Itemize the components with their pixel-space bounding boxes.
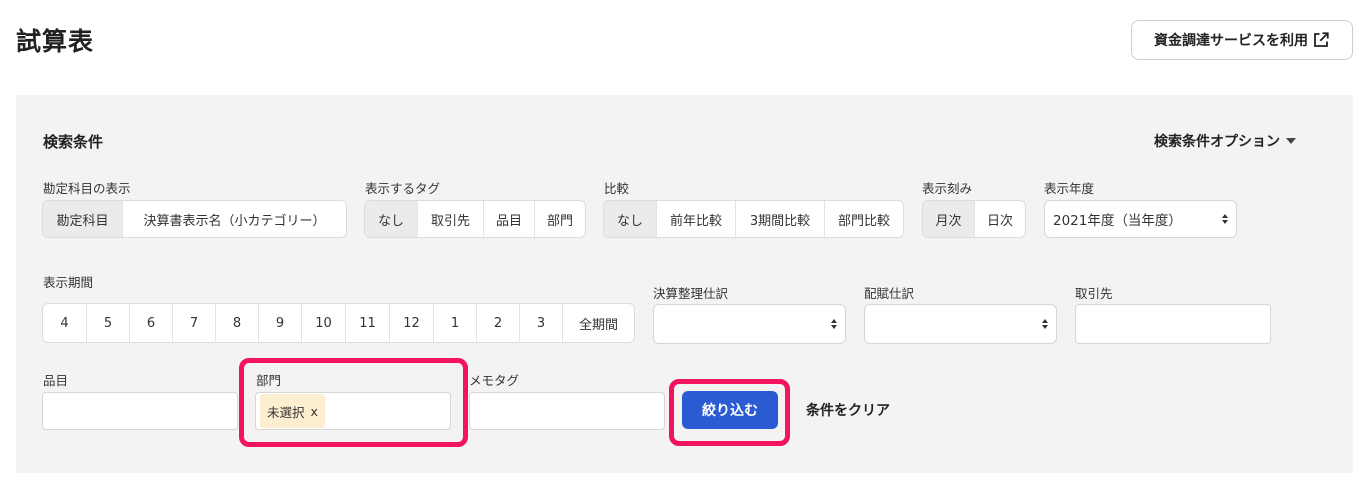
tag-display-label: 表示するタグ (365, 181, 441, 196)
period-month-6[interactable]: 6 (130, 304, 173, 342)
fiscal-year-value: 2021年度（当年度） (1053, 213, 1182, 229)
select-arrows-icon (1042, 319, 1048, 329)
item-label: 品目 (43, 373, 69, 388)
period-month-9[interactable]: 9 (259, 304, 302, 342)
period-month-5[interactable]: 5 (87, 304, 130, 342)
interval-option-monthly[interactable]: 月次 (923, 201, 975, 237)
closing-entries-select[interactable] (653, 304, 846, 344)
external-link-icon (1314, 32, 1329, 47)
fiscal-year-label: 表示年度 (1044, 181, 1095, 196)
caret-down-icon (1286, 138, 1296, 144)
comparison-option-none[interactable]: なし (604, 201, 657, 237)
chip-remove-button[interactable]: x (311, 404, 318, 419)
account-display-label: 勘定科目の表示 (43, 181, 131, 196)
department-input[interactable]: 未選択 x (255, 392, 451, 430)
account-display-option-account[interactable]: 勘定科目 (43, 201, 123, 237)
allocation-entries-label: 配賦仕訳 (864, 286, 915, 301)
filter-button[interactable]: 絞り込む (682, 391, 778, 429)
period-month-7[interactable]: 7 (173, 304, 216, 342)
interval-option-daily[interactable]: 日次 (975, 201, 1025, 237)
period-month-3[interactable]: 3 (520, 304, 563, 342)
period-all[interactable]: 全期間 (563, 304, 634, 342)
department-chip: 未選択 x (260, 394, 325, 428)
comparison-option-department[interactable]: 部門比較 (825, 201, 903, 237)
period-label: 表示期間 (43, 275, 94, 290)
comparison-option-prior-year[interactable]: 前年比較 (657, 201, 736, 237)
tag-display-toggle: なし 取引先 品目 部門 (364, 200, 586, 238)
period-month-12[interactable]: 12 (390, 304, 434, 342)
allocation-entries-select[interactable] (864, 304, 1057, 344)
tag-display-option-department[interactable]: 部門 (535, 201, 585, 237)
search-section-title: 検索条件 (43, 133, 104, 151)
tag-display-option-item[interactable]: 品目 (484, 201, 535, 237)
partner-label: 取引先 (1075, 286, 1113, 301)
comparison-label: 比較 (604, 181, 630, 196)
tag-display-option-none[interactable]: なし (365, 201, 418, 237)
period-month-10[interactable]: 10 (302, 304, 346, 342)
interval-toggle: 月次 日次 (922, 200, 1026, 238)
select-arrows-icon (1222, 214, 1228, 224)
search-options-label: 検索条件オプション (1154, 134, 1280, 150)
comparison-toggle: なし 前年比較 3期間比較 部門比較 (603, 200, 904, 238)
period-month-8[interactable]: 8 (216, 304, 259, 342)
funding-service-button[interactable]: 資金調達サービスを利用 (1131, 20, 1353, 60)
funding-service-label: 資金調達サービスを利用 (1154, 33, 1308, 49)
closing-entries-label: 決算整理仕訳 (653, 286, 729, 301)
account-display-toggle: 勘定科目 決算書表示名（小カテゴリー） (42, 200, 347, 238)
interval-label: 表示刻み (922, 181, 973, 196)
department-chip-label: 未選択 (267, 404, 305, 420)
search-options-toggle[interactable]: 検索条件オプション (1154, 131, 1296, 151)
department-label: 部門 (256, 373, 282, 388)
comparison-option-three-periods[interactable]: 3期間比較 (736, 201, 825, 237)
search-panel: 検索条件 検索条件オプション 勘定科目の表示 勘定科目 決算書表示名（小カテゴリ… (16, 95, 1353, 473)
period-month-2[interactable]: 2 (477, 304, 520, 342)
select-arrows-icon (831, 319, 837, 329)
partner-input[interactable] (1075, 304, 1271, 344)
clear-conditions-link[interactable]: 条件をクリア (806, 400, 890, 420)
account-display-option-statement-name[interactable]: 決算書表示名（小カテゴリー） (123, 201, 346, 237)
period-month-11[interactable]: 11 (346, 304, 390, 342)
tag-display-option-partner[interactable]: 取引先 (418, 201, 484, 237)
period-month-4[interactable]: 4 (43, 304, 87, 342)
memo-tag-input[interactable] (469, 392, 665, 430)
page-title: 試算表 (16, 27, 95, 56)
item-input[interactable] (42, 392, 238, 430)
memo-tag-label: メモタグ (469, 373, 520, 388)
period-month-1[interactable]: 1 (434, 304, 477, 342)
fiscal-year-select[interactable]: 2021年度（当年度） (1044, 200, 1237, 238)
period-toggle: 4 5 6 7 8 9 10 11 12 1 2 3 全期間 (42, 303, 635, 343)
